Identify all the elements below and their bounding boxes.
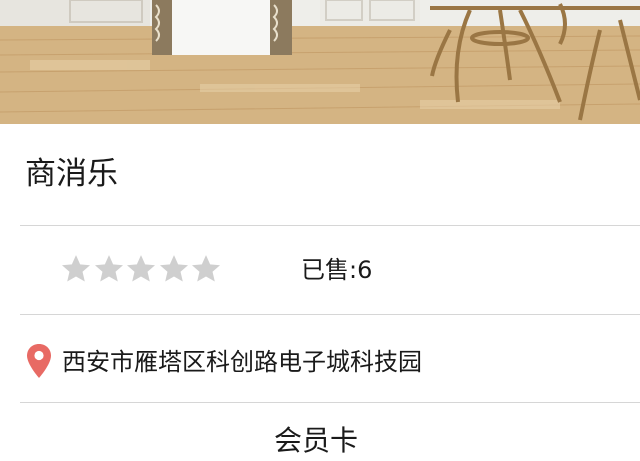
star-icon — [60, 253, 92, 285]
store-banner-image — [0, 0, 640, 124]
divider — [20, 314, 640, 315]
membership-card-section-title[interactable]: 会员卡 — [274, 421, 358, 461]
star-icon — [125, 253, 157, 285]
star-icon — [190, 253, 222, 285]
rating-stars — [60, 253, 223, 285]
sold-count: 已售:6 — [301, 256, 373, 284]
store-address[interactable]: 西安市雁塔区科创路电子城科技园 — [62, 345, 422, 379]
star-icon — [158, 253, 190, 285]
star-icon — [93, 253, 125, 285]
divider — [20, 225, 640, 226]
store-name: 商消乐 — [25, 156, 118, 192]
divider — [20, 402, 640, 403]
location-pin-icon — [25, 343, 53, 379]
